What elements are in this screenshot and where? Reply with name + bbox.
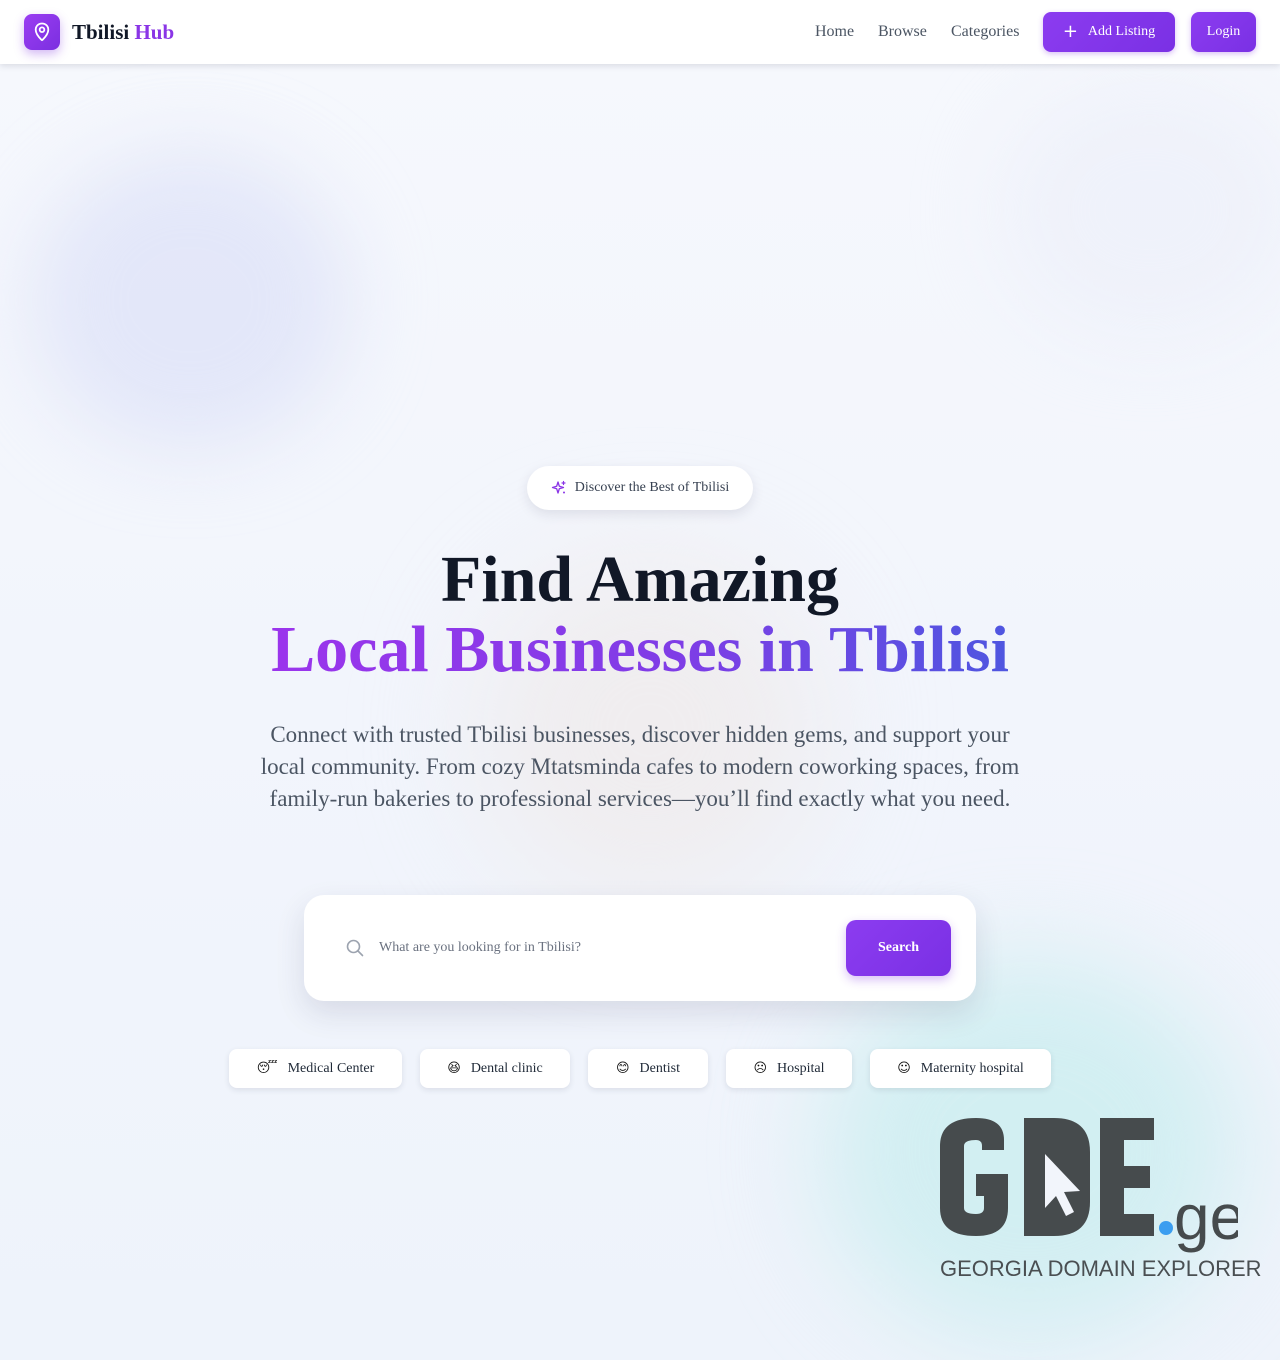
brand-name[interactable]: Tbilisi Hub [72, 18, 174, 46]
category-chip-label: Medical Center [287, 1060, 375, 1076]
search-button[interactable]: Search [846, 920, 951, 976]
category-chip-label: Maternity hospital [920, 1060, 1024, 1076]
logo-tld: ge [1174, 1181, 1238, 1253]
background-glow [1000, 80, 1280, 340]
happy-face-icon: ☺ [897, 1061, 911, 1076]
logo-subtitle: GEORGIA DOMAIN EXPLORER [940, 1256, 1262, 1281]
hero-badge: Discover the Best of Tbilisi [527, 466, 753, 510]
gde-logo-icon: ge [940, 1118, 1245, 1253]
gde-watermark-logo: ge GEORGIA DOMAIN EXPLORER [938, 1116, 1262, 1286]
search-input[interactable] [377, 933, 821, 963]
plus-icon: + [1062, 20, 1078, 42]
login-button[interactable]: Login [1191, 12, 1256, 52]
category-chip-dentist[interactable]: 😊 Dentist [588, 1049, 708, 1088]
search-box: Search [304, 895, 976, 1001]
nav-categories[interactable]: Categories [951, 21, 1019, 43]
background-glow [30, 150, 350, 450]
category-chip-hospital[interactable]: ☹ Hospital [726, 1049, 852, 1088]
smiling-face-icon: 😊 [615, 1061, 630, 1076]
hero-title-line1: Find Amazing [441, 543, 839, 616]
category-chip-medical-center[interactable]: 😴 Medical Center [229, 1049, 402, 1088]
category-chip-dental-clinic[interactable]: 😆 Dental clinic [420, 1049, 570, 1088]
brand-accent: Hub [134, 20, 175, 44]
category-chip-label: Hospital [777, 1060, 825, 1076]
nav-home[interactable]: Home [815, 21, 854, 43]
hero-badge-text: Discover the Best of Tbilisi [574, 480, 730, 495]
category-chip-label: Dental clinic [470, 1060, 543, 1076]
hero-description: Connect with trusted Tbilisi businesses,… [260, 722, 1020, 811]
sparkles-icon [551, 480, 566, 494]
add-listing-button[interactable]: + Add Listing [1043, 12, 1175, 52]
add-listing-label: Add Listing [1087, 24, 1156, 39]
sleeping-face-icon: 😴 [256, 1061, 278, 1076]
category-chip-label: Dentist [639, 1060, 680, 1076]
nav-browse[interactable]: Browse [878, 21, 927, 43]
hero-title-line2: Local Businesses in Tbilisi [0, 614, 1280, 686]
logo-pin-icon[interactable] [24, 14, 60, 50]
grinning-face-icon: 😆 [447, 1061, 461, 1076]
search-icon [346, 939, 364, 957]
top-navbar: Tbilisi Hub Home Browse Categories + Add… [0, 0, 1280, 64]
hero-title-gradient: Local Businesses in Tbilisi [271, 613, 1009, 686]
brand-main: Tbilisi [72, 20, 130, 44]
category-chip-maternity-hospital[interactable]: ☺ Maternity hospital [870, 1049, 1051, 1088]
map-pin-icon [34, 22, 50, 42]
frowning-face-icon: ☹ [753, 1061, 768, 1076]
